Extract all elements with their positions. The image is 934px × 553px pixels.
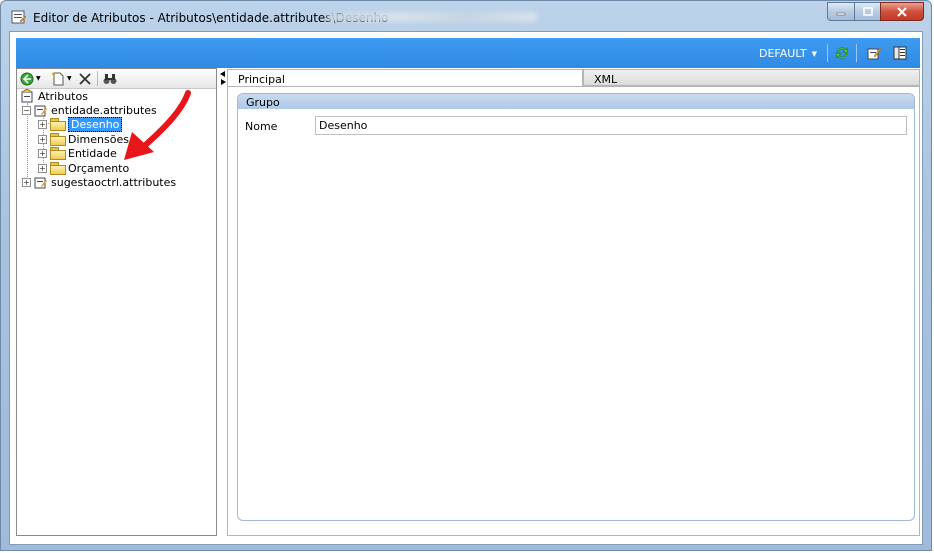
delete-button[interactable] (79, 71, 91, 86)
find-button[interactable] (103, 71, 117, 86)
panel-layout-icon[interactable] (892, 45, 908, 61)
annotation-arrow-icon (124, 90, 191, 160)
tree-item-entidade[interactable]: + Entidade (38, 146, 117, 160)
panel-splitter[interactable] (217, 68, 227, 536)
delete-icon (79, 72, 91, 85)
new-item-button[interactable]: ▼ (51, 71, 72, 86)
tree-root-atributos[interactable]: Atributos (21, 89, 88, 103)
tree-item-label: sugestaoctrl.attributes (51, 175, 177, 189)
new-document-icon (52, 72, 64, 85)
tree-item-label: Entidade (68, 146, 117, 160)
maximize-button[interactable] (854, 2, 881, 21)
group-box: Grupo Nome (237, 93, 915, 521)
tab-label: XML (594, 73, 618, 86)
folder-icon (50, 118, 66, 131)
group-header: Grupo (238, 94, 914, 109)
edit-attributes-icon[interactable] (866, 45, 882, 61)
nome-label: Nome (245, 120, 278, 133)
profile-label: DEFAULT (759, 47, 807, 60)
tree-item-label: Desenho (68, 116, 123, 132)
nome-input[interactable] (315, 116, 907, 135)
tree-item-label: Atributos (38, 89, 88, 103)
expand-toggle[interactable]: + (22, 177, 31, 187)
close-button[interactable] (880, 2, 924, 21)
expand-toggle[interactable]: + (38, 119, 47, 129)
binoculars-icon (103, 73, 117, 84)
attributes-file-icon (34, 177, 47, 189)
minimize-icon (836, 12, 846, 15)
back-arrow-icon (20, 72, 34, 85)
title-redacted-area (327, 12, 537, 22)
toolbar-separator (97, 71, 98, 86)
expand-toggle[interactable]: + (38, 148, 47, 158)
tree-toolbar: ▼ ▼ (17, 69, 216, 89)
tree-item-orcamento[interactable]: + Orçamento (38, 161, 129, 175)
folder-icon (50, 133, 66, 146)
close-icon (897, 6, 907, 17)
tab-label: Principal (238, 73, 285, 86)
back-button[interactable]: ▼ (20, 71, 41, 86)
details-panel: Principal XML Grupo Nome (227, 68, 920, 536)
refresh-icon[interactable] (834, 45, 850, 61)
tab-content: Grupo Nome (227, 86, 920, 536)
profile-dropdown[interactable]: DEFAULT ▼ (759, 47, 817, 60)
folder-icon (50, 162, 66, 175)
expand-toggle[interactable]: + (38, 163, 47, 173)
title-bar[interactable]: Editor de Atributos - Atributos\entidade… (1, 1, 931, 31)
tree-item-dimensoes[interactable]: + Dimensões (38, 132, 129, 146)
folder-icon (50, 147, 66, 160)
maximize-icon (862, 7, 873, 16)
chevron-down-icon: ▼ (67, 75, 72, 82)
toolbar-separator (827, 44, 828, 62)
tab-xml[interactable]: XML (583, 69, 920, 86)
application-window: Editor de Atributos - Atributos\entidade… (0, 0, 932, 551)
collapse-toggle[interactable]: − (22, 105, 31, 115)
tree-item-desenho[interactable]: + Desenho (38, 116, 123, 132)
minimize-button[interactable] (827, 2, 855, 21)
top-toolbar: DEFAULT ▼ (16, 38, 920, 68)
expand-toggle[interactable]: + (38, 134, 47, 144)
attributes-editor-icon (11, 10, 27, 24)
attributes-root-icon (21, 89, 33, 103)
toolbar-separator (856, 44, 857, 62)
chevron-down-icon: ▼ (36, 75, 41, 82)
attributes-file-icon (34, 105, 47, 117)
tree-item-sugestaoctrl-attributes[interactable]: + sugestaoctrl.attributes (22, 175, 176, 189)
tab-principal[interactable]: Principal (227, 69, 583, 86)
chevron-down-icon: ▼ (811, 49, 818, 58)
client-area: DEFAULT ▼ ▼ ▼ Atributos − entidade.attri… (9, 31, 923, 545)
